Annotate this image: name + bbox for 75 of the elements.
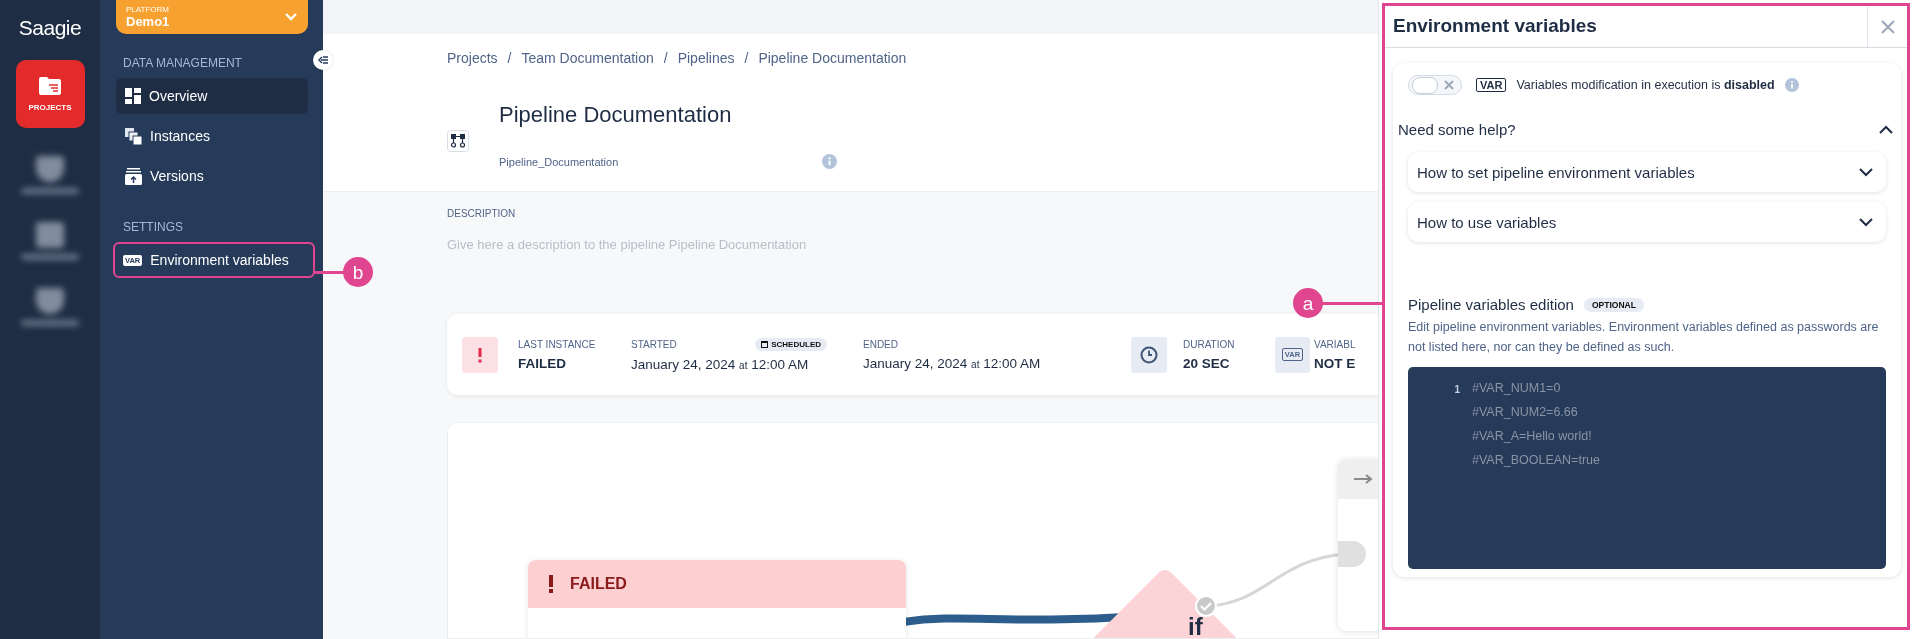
accordion-item[interactable]: How to set pipeline environment variables <box>1408 152 1886 192</box>
sidebar-item[interactable]: Versions <box>116 158 308 194</box>
stacked-squares-icon <box>125 127 142 145</box>
folder-icon <box>38 76 62 96</box>
section-heading: SETTINGS <box>123 220 184 234</box>
field-label: DURATION <box>1183 338 1236 350</box>
cross-icon <box>1444 80 1454 90</box>
code-editor[interactable]: 1 #VAR_NUM1=0 #VAR_NUM2=6.66 #VAR_A=Hello world! #VAR_BOOLEAN=true <box>1408 367 1886 569</box>
node-port[interactable] <box>1338 541 1366 567</box>
toggle-switch[interactable] <box>1408 75 1462 95</box>
code-line: #VAR_NUM2=6.66 <box>1472 404 1579 421</box>
variables-value: NOT E <box>1314 355 1356 371</box>
field-label: LAST INSTANCE <box>518 338 597 350</box>
leader-line <box>314 271 344 274</box>
clock-icon <box>1131 336 1167 373</box>
description-label: DESCRIPTION <box>447 208 517 219</box>
end-date: January 24, 2024 at 12:00 AM <box>863 355 1042 371</box>
projects-nav-item[interactable]: PROJECTS <box>15 60 85 128</box>
check-icon <box>1195 595 1217 617</box>
field-label: ENDED <box>863 338 899 350</box>
field-label: STARTED <box>631 338 677 350</box>
sidebar-item[interactable]: Instances <box>116 118 308 154</box>
optional-badge: OPTIONAL <box>1583 297 1644 312</box>
close-icon <box>1879 18 1896 35</box>
chevron-icon <box>1858 217 1874 227</box>
breadcrumb-link[interactable]: Projects <box>447 50 498 66</box>
arrow-right-icon <box>1354 474 1374 484</box>
var-icon: VAR <box>1476 78 1507 92</box>
chevron-icon <box>1858 167 1874 177</box>
pipeline-title: Pipeline Documentation <box>499 102 733 128</box>
breadcrumb-separator: / <box>744 50 749 66</box>
breadcrumb-link[interactable]: Pipeline Documentation <box>758 50 907 66</box>
failed-status-header: FAILED <box>528 560 906 608</box>
logo: Saagie <box>18 16 82 40</box>
collapse-icon <box>318 56 328 64</box>
duration-value: 20 SEC <box>1183 355 1231 371</box>
breadcrumb-link[interactable]: Pipelines <box>677 50 735 66</box>
status-value: FAILED <box>518 355 567 371</box>
info-icon[interactable] <box>1784 78 1799 92</box>
exclamation-icon <box>548 575 554 593</box>
description-field[interactable]: Give here a description to the pipeline Pipeline Documentation <box>447 237 967 252</box>
toggle-description: Variables modification in execution is disabled <box>1516 78 1775 92</box>
code-line: #VAR_BOOLEAN=true <box>1472 452 1600 469</box>
field-label: VARIABL <box>1314 338 1356 350</box>
blurred-icon <box>21 288 79 326</box>
job-node[interactable]: FAILED <box>528 560 906 638</box>
scheduled-badge: SCHEDULED <box>755 337 827 351</box>
accordion-item[interactable]: How to use variables <box>1408 202 1886 242</box>
section-title: Pipeline variables edition <box>1408 296 1574 313</box>
line-number: 1 <box>1454 384 1460 395</box>
panel-title: Environment variables <box>1392 14 1597 38</box>
blurred-icon <box>21 156 79 194</box>
condition-label: if <box>1188 613 1203 638</box>
annotation-marker: b <box>343 257 373 287</box>
code-line: #VAR_A=Hello world! <box>1472 428 1593 445</box>
upload-box-icon <box>125 167 142 185</box>
chevron-down-icon <box>284 12 298 22</box>
info-icon[interactable] <box>822 154 837 169</box>
help-toggle[interactable]: Need some help? <box>1398 121 1894 138</box>
annotation-marker: a <box>1293 288 1323 318</box>
breadcrumb-link[interactable]: Team Documentation <box>521 50 654 66</box>
sidebar-item[interactable]: Overview <box>116 78 308 114</box>
section-description: Edit pipeline environment variables. Environment variables defined as passwords are not listed here, nor can they be defined as such. <box>1408 319 1880 356</box>
blurred-icon <box>21 222 79 260</box>
breadcrumb-separator: / <box>663 50 668 66</box>
breadcrumb-separator: / <box>507 50 512 66</box>
calendar-icon <box>761 340 769 348</box>
code-line: #VAR_NUM1=0 <box>1472 380 1562 397</box>
pipeline-icon <box>447 130 469 152</box>
exclamation-icon <box>462 336 498 373</box>
start-date: January 24, 2024 at 12:00 AM <box>631 356 810 372</box>
pipeline-technical-name: Pipeline_Documentation <box>499 155 619 168</box>
grid-icon <box>125 88 141 104</box>
chevron-icon <box>1878 124 1894 135</box>
section-heading: DATA MANAGEMENT <box>123 56 243 70</box>
